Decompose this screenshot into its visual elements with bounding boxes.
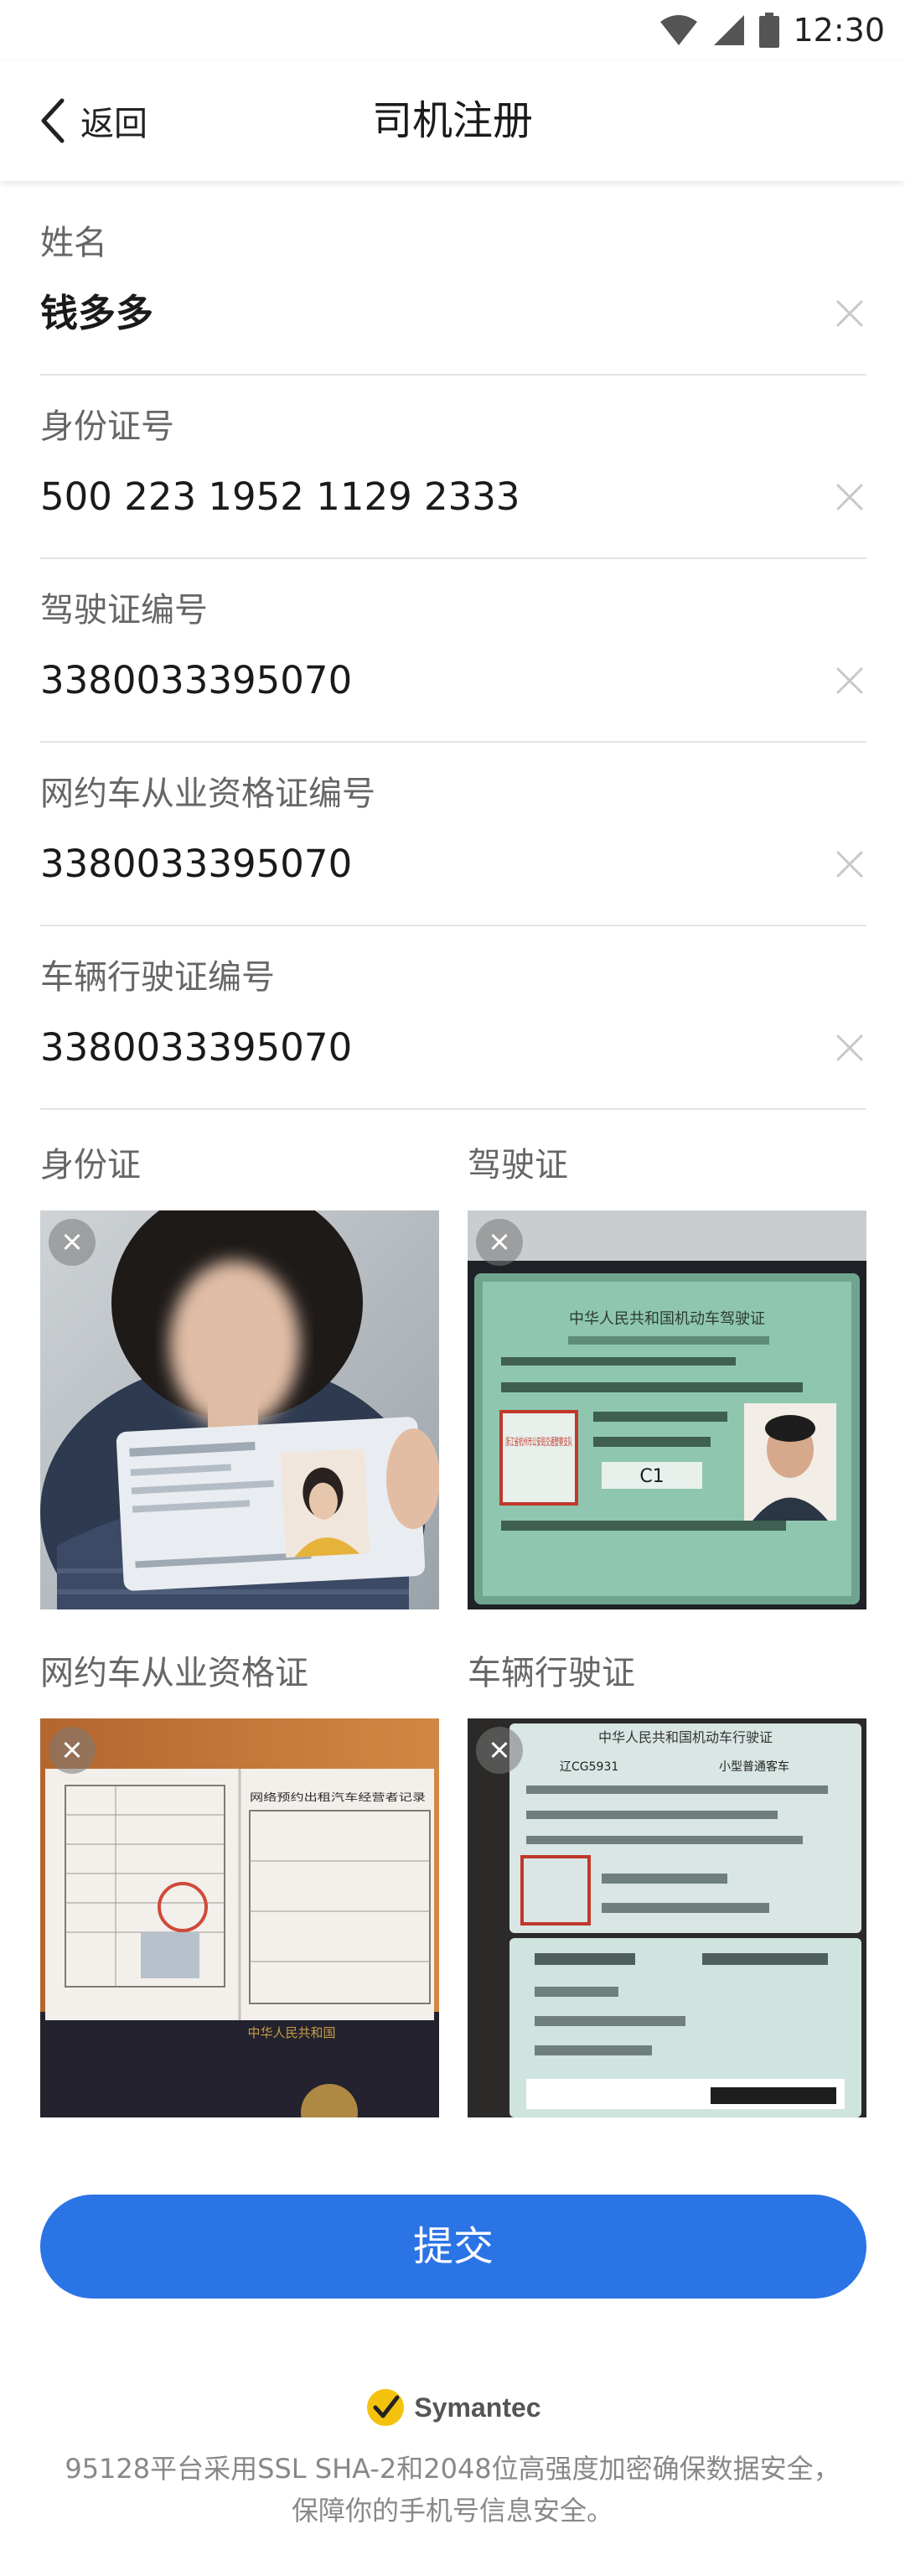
registration-photo-type: 小型普通客车 bbox=[719, 1760, 789, 1774]
field-label: 姓名 bbox=[40, 224, 107, 262]
license-photo-title: 中华人民共和国机动车驾驶证 bbox=[569, 1310, 765, 1328]
status-time: 12:30 bbox=[793, 12, 885, 49]
security-notice-line1: 95128平台采用SSL SHA-2和2048位高强度加密确保数据安全， bbox=[65, 2453, 840, 2485]
field-label: 身份证号 bbox=[40, 407, 174, 446]
status-icons: 12:30 bbox=[659, 8, 885, 52]
submit-button[interactable]: 提交 bbox=[40, 2195, 866, 2299]
remove-photo-button[interactable] bbox=[476, 1727, 523, 1774]
field-label: 驾驶证编号 bbox=[40, 591, 208, 630]
name-input[interactable]: 钱多多 bbox=[40, 288, 794, 339]
id-card-photo-label: 身份证 bbox=[40, 1146, 141, 1184]
clear-icon[interactable] bbox=[833, 480, 866, 514]
license-photo-stamp: 浙江省杭州市公安局交通警察支队 bbox=[505, 1435, 572, 1448]
id-card-image bbox=[40, 1210, 439, 1609]
registration-photo-title: 中华人民共和国机动车行驶证 bbox=[598, 1729, 773, 1745]
clear-icon[interactable] bbox=[833, 1031, 866, 1065]
registration-photo-plate: 辽CG5931 bbox=[560, 1760, 618, 1774]
security-notice: 95128平台采用SSL SHA-2和2048位高强度加密确保数据安全， 保障你… bbox=[25, 2448, 880, 2532]
driver-license-photo[interactable]: 中华人民共和国机动车驾驶证 浙江省杭州市公安局交通警察支队 C1 bbox=[468, 1210, 866, 1609]
remove-photo-button[interactable] bbox=[49, 1219, 96, 1266]
divider bbox=[40, 374, 866, 376]
vehicle-license-field: 车辆行驶证编号 3380033395070 bbox=[40, 954, 866, 1138]
ride-hailing-cert-photo[interactable]: 中华人民共和国 网络预约出租汽车经营者记录 bbox=[40, 1718, 439, 2117]
license-photo-class: C1 bbox=[639, 1466, 664, 1487]
vehicle-license-image: 中华人民共和国机动车行驶证 辽CG5931 小型普通客车 bbox=[468, 1718, 866, 2117]
vehicle-license-photo[interactable]: 中华人民共和国机动车行驶证 辽CG5931 小型普通客车 bbox=[468, 1718, 866, 2117]
remove-photo-button[interactable] bbox=[476, 1219, 523, 1266]
remove-photo-button[interactable] bbox=[49, 1727, 96, 1774]
id-card-photo[interactable] bbox=[40, 1210, 439, 1609]
battery-icon bbox=[759, 13, 780, 48]
id-number-field: 身份证号 500 223 1952 1129 2333 bbox=[40, 403, 866, 588]
symantec-logo: Symantec bbox=[0, 2382, 905, 2433]
id-number-input[interactable]: 500 223 1952 1129 2333 bbox=[40, 472, 794, 522]
signal-icon bbox=[714, 15, 745, 45]
divider bbox=[40, 741, 866, 743]
ride-hailing-cert-input[interactable]: 3380033395070 bbox=[40, 839, 794, 889]
page-title: 司机注册 bbox=[371, 97, 533, 144]
name-field: 姓名 钱多多 bbox=[40, 220, 866, 404]
cert-photo-title: 网络预约出租汽车经营者记录 bbox=[250, 1791, 426, 1803]
driver-license-field: 驾驶证编号 3380033395070 bbox=[40, 587, 866, 771]
ride-hailing-cert-photo-label: 网约车从业资格证 bbox=[40, 1654, 308, 1692]
security-notice-line2: 保障你的手机号信息安全。 bbox=[291, 2495, 613, 2527]
nav-bar: 返回 司机注册 bbox=[0, 60, 905, 181]
svg-text:中华人民共和国: 中华人民共和国 bbox=[247, 2025, 335, 2040]
divider bbox=[40, 557, 866, 559]
clear-icon[interactable] bbox=[833, 847, 866, 881]
clear-icon[interactable] bbox=[833, 297, 866, 330]
vehicle-license-input[interactable]: 3380033395070 bbox=[40, 1023, 794, 1073]
driver-license-input[interactable]: 3380033395070 bbox=[40, 656, 794, 706]
driver-license-image: 中华人民共和国机动车驾驶证 浙江省杭州市公安局交通警察支队 C1 bbox=[468, 1210, 866, 1609]
divider bbox=[40, 925, 866, 926]
field-label: 网约车从业资格证编号 bbox=[40, 775, 375, 813]
wifi-icon bbox=[660, 15, 698, 45]
vehicle-license-photo-label: 车辆行驶证 bbox=[468, 1654, 635, 1692]
ride-hailing-cert-image: 中华人民共和国 网络预约出租汽车经营者记录 bbox=[40, 1718, 439, 2117]
driver-license-photo-label: 驾驶证 bbox=[468, 1146, 568, 1184]
clear-icon[interactable] bbox=[833, 664, 866, 697]
check-shield-icon bbox=[367, 2389, 405, 2426]
symantec-brand: Symantec bbox=[414, 2392, 541, 2423]
status-bar: 12:30 bbox=[0, 0, 905, 60]
field-label: 车辆行驶证编号 bbox=[40, 958, 275, 997]
divider bbox=[40, 1108, 866, 1110]
ride-hailing-cert-field: 网约车从业资格证编号 3380033395070 bbox=[40, 770, 866, 955]
